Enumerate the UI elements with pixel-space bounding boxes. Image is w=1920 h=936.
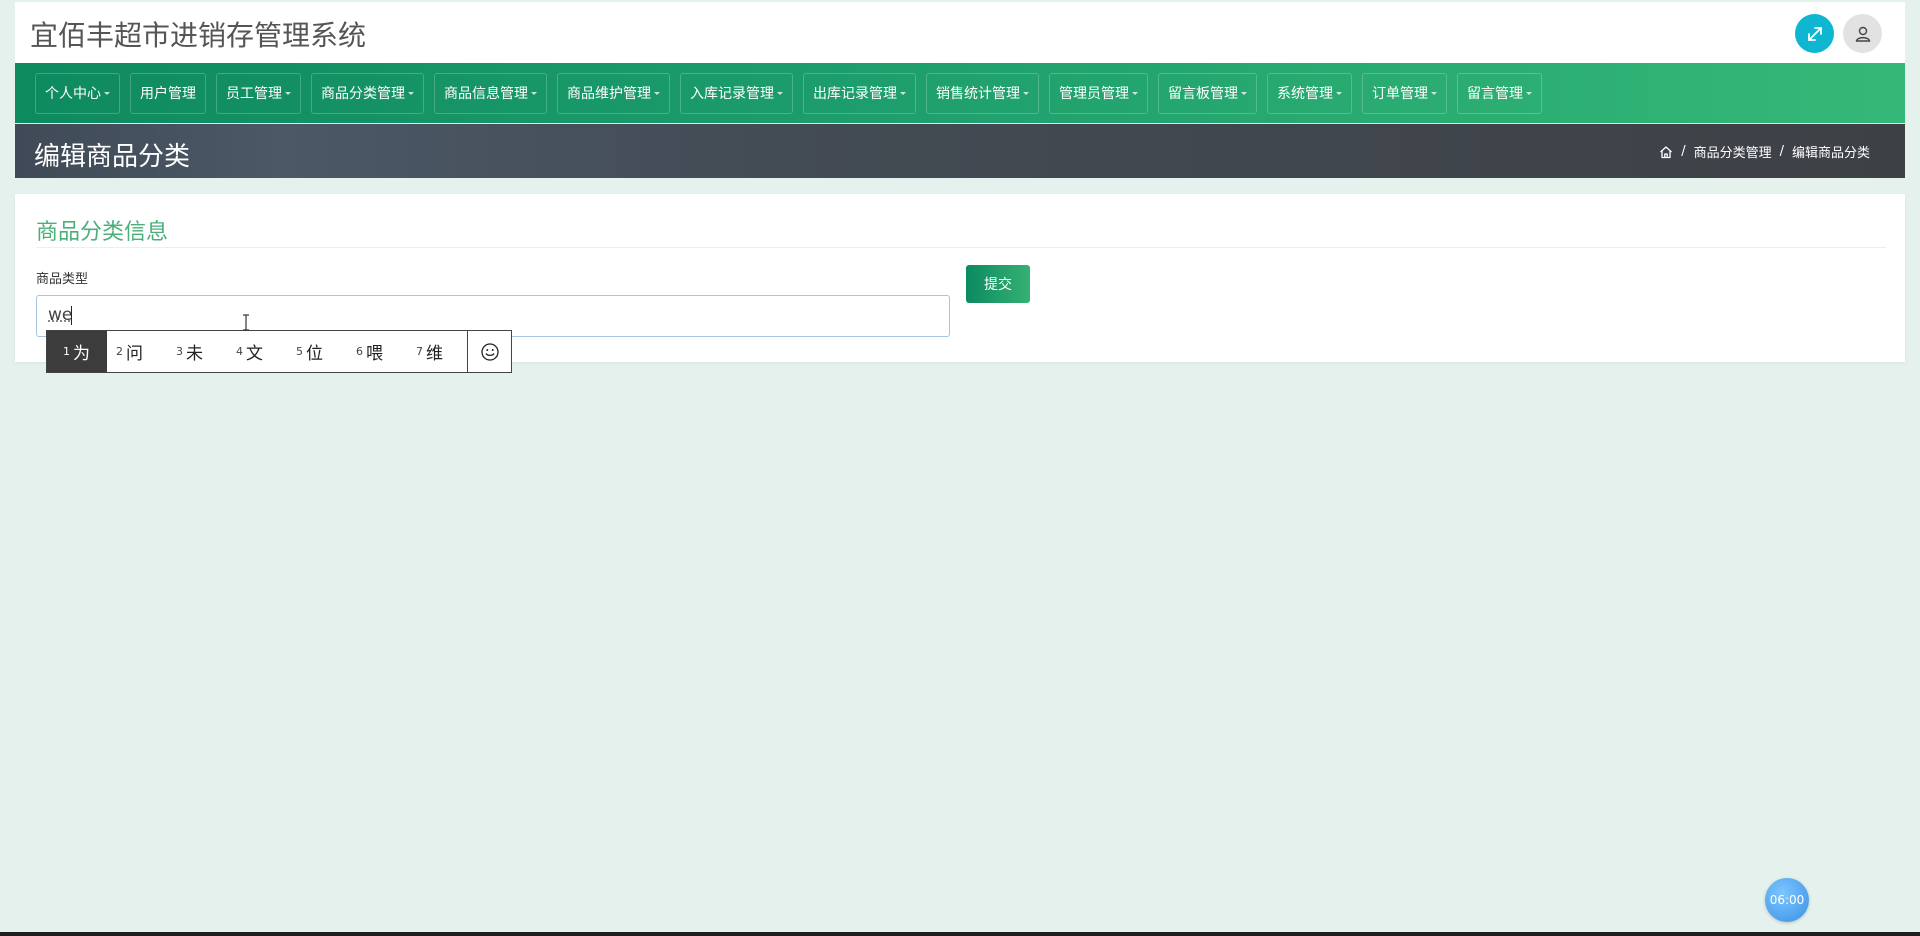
- text-caret: [71, 306, 72, 325]
- nav-item-label: 订单管理: [1372, 86, 1428, 102]
- caret-down-icon: [1132, 91, 1138, 95]
- nav-item-label: 出库记录管理: [813, 86, 897, 102]
- nav-item[interactable]: 留言管理: [1457, 72, 1542, 114]
- caret-down-icon: [1431, 91, 1437, 95]
- nav-item[interactable]: 商品信息管理: [434, 72, 547, 114]
- nav-item[interactable]: 员工管理: [216, 72, 301, 114]
- user-icon: [1855, 26, 1870, 42]
- ime-candidate-number: 6: [356, 345, 363, 358]
- ime-candidate-number: 4: [236, 345, 243, 358]
- ime-candidate-text: 位: [306, 344, 323, 364]
- page: 宜佰丰超市进销存管理系统 个人中心 用户管理 员工管理 商品分类管理 商品信息管理 商品维…: [0, 0, 1920, 936]
- ime-candidate-bar: 1为2问3未4文5位6喂7维: [46, 330, 512, 373]
- nav-item[interactable]: 商品维护管理: [557, 72, 670, 114]
- main-navbar: 个人中心 用户管理 员工管理 商品分类管理 商品信息管理 商品维护管理 入库记录管理 出库记录…: [15, 63, 1905, 123]
- caret-down-icon: [900, 91, 906, 95]
- ibeam-cursor-icon: [243, 314, 249, 331]
- ime-candidate[interactable]: 4文: [227, 331, 287, 372]
- ime-candidate[interactable]: 2问: [107, 331, 167, 372]
- ime-candidate[interactable]: 7维: [407, 331, 467, 372]
- nav-item[interactable]: 个人中心: [35, 72, 120, 114]
- ime-candidate[interactable]: 5位: [287, 331, 347, 372]
- ime-candidate[interactable]: 3未: [167, 331, 227, 372]
- caret-down-icon: [531, 91, 537, 95]
- ime-candidate[interactable]: 1为: [47, 331, 107, 372]
- user-menu-button[interactable]: [1843, 14, 1882, 53]
- caret-down-icon: [654, 91, 660, 95]
- ime-candidate-number: 2: [116, 345, 123, 358]
- top-header: 宜佰丰超市进销存管理系统: [15, 2, 1905, 63]
- nav-item-label: 管理员管理: [1059, 86, 1129, 102]
- ime-candidate-text: 维: [426, 344, 443, 364]
- nav-item[interactable]: 留言板管理: [1158, 72, 1257, 114]
- bottom-border: [0, 932, 1920, 936]
- breadcrumb: / 商品分类管理 / 编辑商品分类: [1659, 142, 1870, 161]
- nav-item[interactable]: 销售统计管理: [926, 72, 1039, 114]
- fullscreen-button[interactable]: [1795, 14, 1834, 53]
- ime-candidate-number: 7: [416, 345, 423, 358]
- nav-item[interactable]: 订单管理: [1362, 72, 1447, 114]
- nav-item[interactable]: 入库记录管理: [680, 72, 793, 114]
- ime-candidate[interactable]: 6喂: [347, 331, 407, 372]
- nav-item-label: 个人中心: [45, 86, 101, 102]
- ime-candidate-text: 未: [186, 344, 203, 364]
- nav-item[interactable]: 出库记录管理: [803, 72, 916, 114]
- page-title: 编辑商品分类: [34, 142, 191, 172]
- caret-down-icon: [104, 91, 110, 95]
- product-type-label: 商品类型: [36, 272, 89, 287]
- breadcrumb-separator: /: [1779, 144, 1784, 159]
- ime-candidate-number: 1: [63, 345, 70, 358]
- breadcrumb-item-category[interactable]: 商品分类管理: [1694, 142, 1772, 161]
- ime-candidate-number: 3: [176, 345, 183, 358]
- app-title: 宜佰丰超市进销存管理系统: [30, 19, 367, 52]
- caret-down-icon: [1023, 91, 1029, 95]
- card-title: 商品分类信息: [36, 220, 169, 245]
- smiley-icon: [480, 342, 499, 361]
- nav-item-label: 商品分类管理: [321, 86, 405, 102]
- floating-clock-widget[interactable]: 06:00: [1765, 878, 1809, 922]
- breadcrumb-separator: /: [1681, 144, 1686, 159]
- breadcrumb-item-current: 编辑商品分类: [1791, 146, 1870, 161]
- caret-down-icon: [408, 91, 414, 95]
- nav-item[interactable]: 系统管理: [1267, 72, 1352, 114]
- ime-candidate-text: 文: [246, 344, 263, 364]
- product-type-input-value: we: [48, 305, 73, 325]
- nav-item-label: 商品信息管理: [444, 86, 528, 102]
- ime-candidate-number: 5: [296, 345, 303, 358]
- nav-item[interactable]: 用户管理: [130, 72, 206, 114]
- ime-emoji-button[interactable]: [467, 331, 511, 372]
- home-icon[interactable]: [1659, 145, 1673, 159]
- ime-candidate-text: 问: [126, 344, 143, 364]
- expand-arrows-icon: [1807, 26, 1822, 41]
- caret-down-icon: [777, 91, 783, 95]
- ime-candidate-text: 喂: [366, 344, 383, 364]
- nav-item-label: 留言管理: [1467, 86, 1523, 102]
- nav-item-label: 商品维护管理: [567, 86, 651, 102]
- nav-item-label: 系统管理: [1277, 86, 1333, 102]
- nav-item-label: 员工管理: [226, 86, 282, 102]
- nav-item[interactable]: 管理员管理: [1049, 72, 1148, 114]
- nav-item[interactable]: 商品分类管理: [311, 72, 424, 114]
- nav-item-label: 销售统计管理: [936, 86, 1020, 102]
- caret-down-icon: [1241, 91, 1247, 95]
- caret-down-icon: [1526, 91, 1532, 95]
- nav-item-label: 入库记录管理: [690, 86, 774, 102]
- submit-button[interactable]: 提交: [966, 265, 1030, 303]
- nav-item-label: 留言板管理: [1168, 86, 1238, 102]
- ime-candidate-text: 为: [73, 344, 90, 364]
- divider: [36, 247, 1886, 248]
- caret-down-icon: [1336, 91, 1342, 95]
- caret-down-icon: [285, 91, 291, 95]
- page-header: 编辑商品分类 / 商品分类管理 / 编辑商品分类: [15, 124, 1905, 178]
- nav-item-label: 用户管理: [140, 86, 196, 102]
